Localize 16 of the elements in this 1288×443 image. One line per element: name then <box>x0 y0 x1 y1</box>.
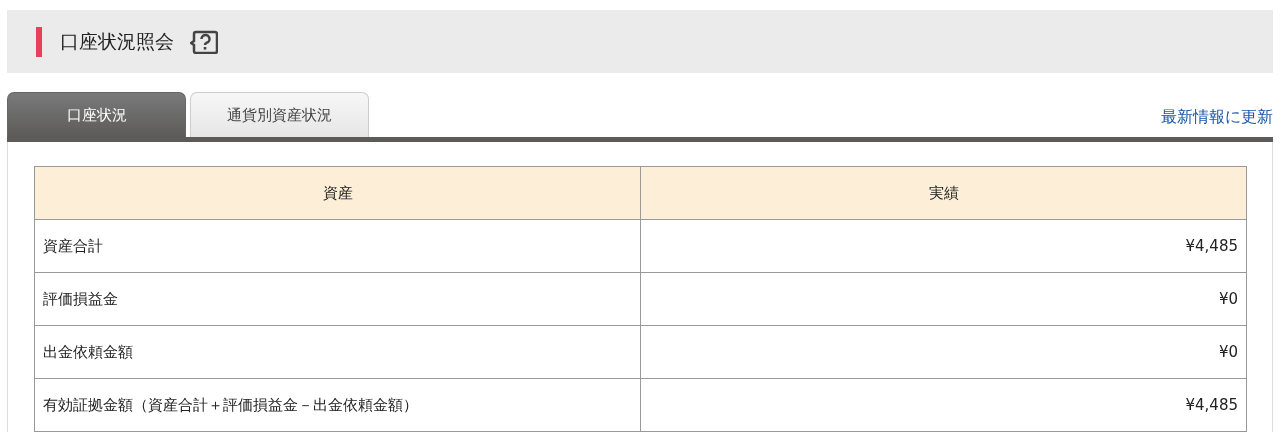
table-cell: 有効証拠金額（資産合計＋評価損益金－出金依頼金額） <box>34 378 641 432</box>
refresh-link[interactable]: 最新情報に更新 <box>1161 105 1273 137</box>
tab[interactable]: 口座状況 <box>7 92 186 137</box>
tab[interactable]: 通貨別資産状況 <box>190 92 369 137</box>
help-icon[interactable] <box>190 29 218 54</box>
table-cell: ¥4,485 <box>640 219 1247 273</box>
page-title: 口座状況照会 <box>60 29 174 55</box>
table-cell: ¥0 <box>640 272 1247 326</box>
accent-bar <box>36 26 42 57</box>
table-cell: ¥4,485 <box>640 378 1247 432</box>
table-cell: 資産合計 <box>34 219 641 273</box>
table-cell: 評価損益金 <box>34 272 641 326</box>
column-header: 実績 <box>640 166 1247 220</box>
column-header: 資産 <box>34 166 641 220</box>
table-cell: 出金依頼金額 <box>34 325 641 379</box>
table-cell: ¥0 <box>640 325 1247 379</box>
